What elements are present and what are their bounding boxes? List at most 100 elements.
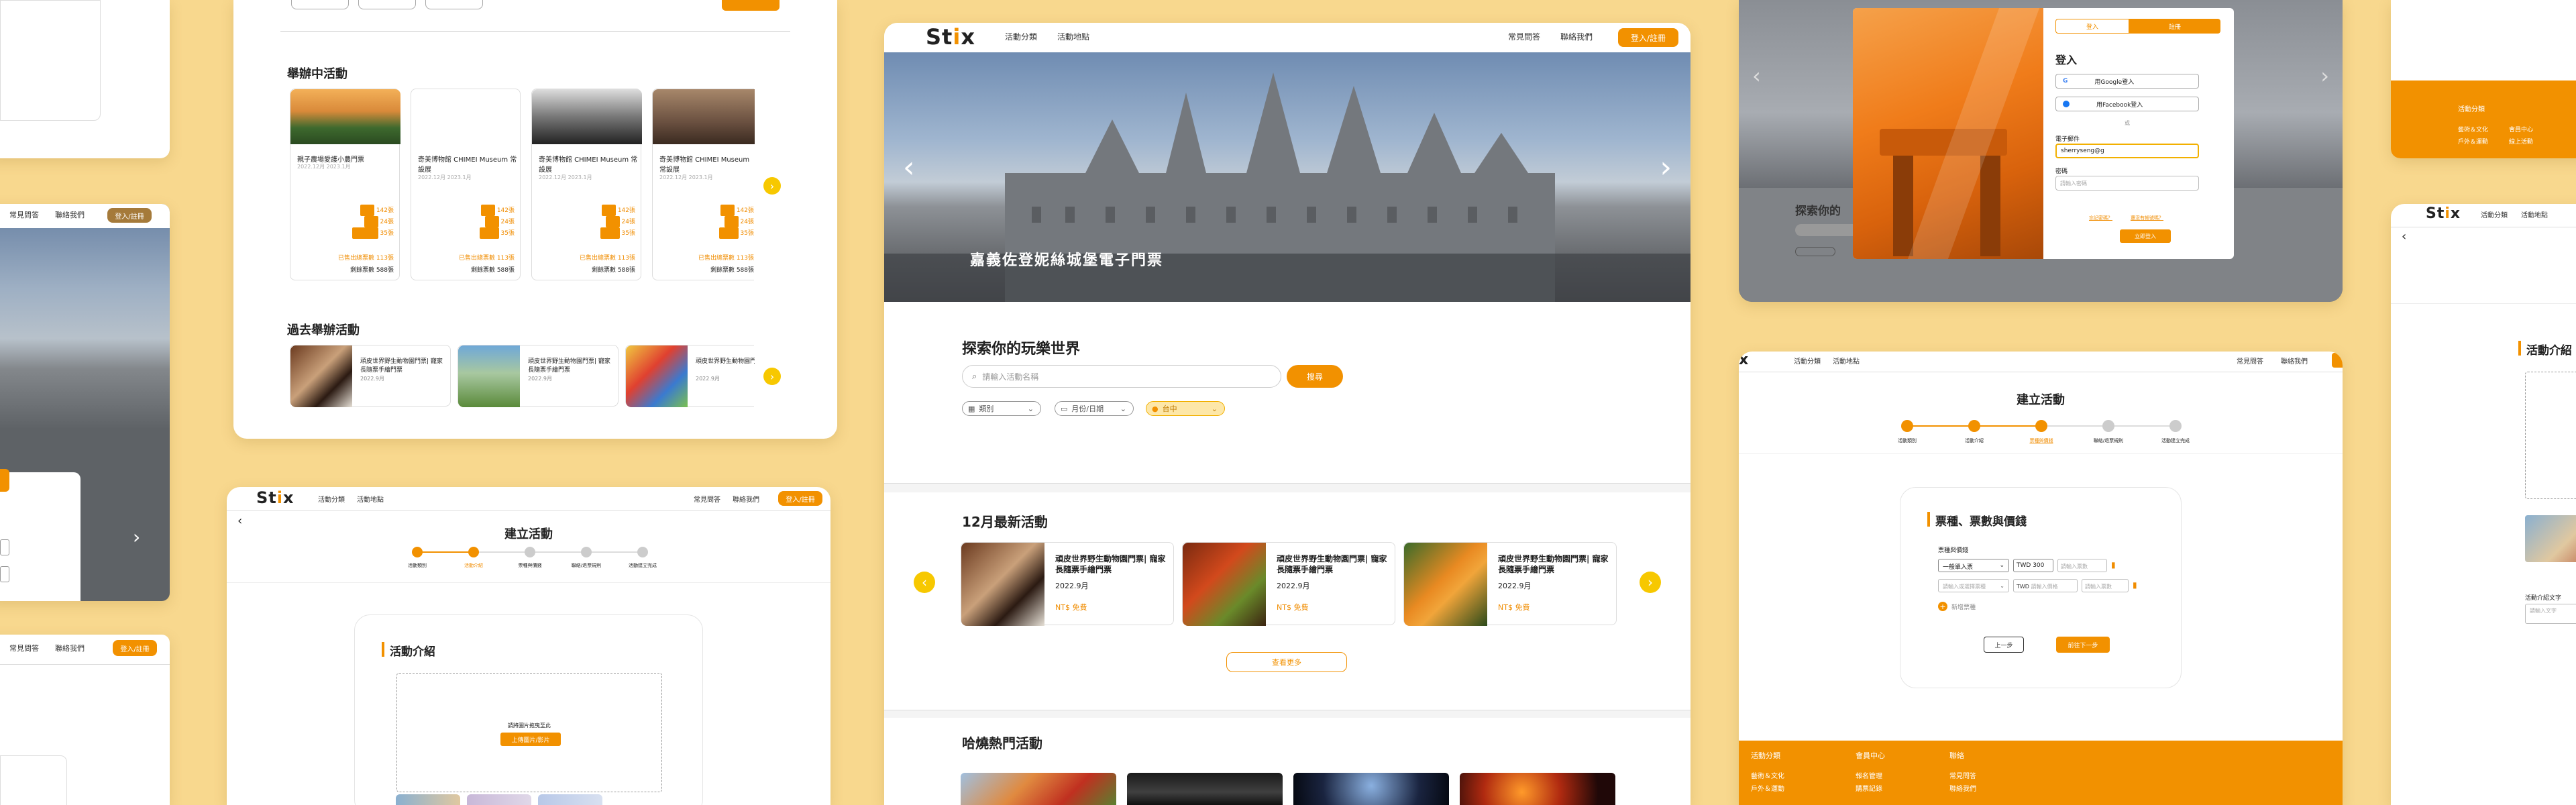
- footer-link[interactable]: 常見問答: [1949, 770, 1976, 780]
- upload-button[interactable]: 上傳圖片/影片: [500, 733, 561, 746]
- latest-event-card[interactable]: 頑皮世界野生動物園門票| 寵家長隨票手繪門票 2022.9月 NT$ 免費: [1403, 542, 1617, 626]
- event-title: 頑皮世界野生動物園門票| 寵家長隨票手繪門票: [1498, 554, 1609, 574]
- trash-icon[interactable]: ▮: [2111, 560, 2116, 570]
- email-field[interactable]: sherryseng@g: [2055, 144, 2199, 158]
- quantity-field[interactable]: 請輸入票數: [2057, 559, 2107, 572]
- contact-link[interactable]: 聯絡我們: [55, 643, 85, 653]
- footer: 活動分類 藝術＆文化 戶外＆運動 會員中心 報名管理 購票記錄 聯絡 常見問答 …: [1739, 741, 2343, 805]
- add-ticket-type-button[interactable]: + 新增票種: [1938, 602, 1976, 611]
- nav-locations[interactable]: 活動地點: [357, 494, 384, 504]
- prev-step-button[interactable]: 上一步: [1984, 637, 2024, 653]
- december-heading: 12月最新活動: [962, 514, 1048, 530]
- sold-count: 已售出總票數 113張: [579, 255, 635, 262]
- forgot-password-link[interactable]: 忘記密碼？: [2089, 215, 2112, 221]
- chevron-right-icon[interactable]: ›: [2320, 63, 2329, 89]
- register-link[interactable]: 還沒有帳號嗎？: [2131, 215, 2163, 221]
- nav-locations[interactable]: 活動地點: [1833, 356, 1860, 366]
- chevron-left-icon[interactable]: ‹: [914, 572, 935, 593]
- logo[interactable]: x: [1739, 352, 1749, 368]
- footer-link[interactable]: 線上活動: [2509, 137, 2533, 146]
- past-event[interactable]: 頑皮世界野生動物園門票| 寵家長隨票手繪門票 2022.9月: [458, 345, 619, 407]
- nav-faq[interactable]: 常見問答: [694, 494, 720, 504]
- event-card[interactable]: 奇美博物館 CHIMEI Museum 常設展 2022.12月 2023.1月…: [411, 89, 521, 280]
- google-login-button[interactable]: G 用Google登入: [2055, 74, 2199, 89]
- location-filter[interactable]: ● 台中 ⌄: [1146, 401, 1225, 416]
- past-thumbnail: [290, 345, 352, 407]
- logo[interactable]: Stix: [256, 488, 294, 507]
- nav-locations[interactable]: 活動地點: [2521, 209, 2548, 219]
- footer-link[interactable]: 會員中心: [2509, 125, 2533, 133]
- nav-faq[interactable]: 常見問答: [2237, 356, 2263, 366]
- event-card[interactable]: 奇美博物館 CHIMEI Museum 常設展 2022.12月 2023.1月…: [531, 89, 642, 280]
- see-more-button[interactable]: 查看更多: [1226, 652, 1347, 672]
- ticket-type-select[interactable]: 一般單入票 ⌄: [1938, 559, 2009, 572]
- chevron-right-icon[interactable]: ›: [133, 526, 140, 548]
- chevron-left-icon[interactable]: ‹: [1752, 63, 1761, 89]
- latest-event-card[interactable]: 頑皮世界野生動物園門票| 寵家長隨票手繪門票 2022.9月 NT$ 免費: [961, 542, 1174, 626]
- event-thumbnail: [1183, 543, 1266, 626]
- login-button[interactable]: 登入/註冊: [113, 640, 157, 656]
- tab-register[interactable]: 註冊: [2129, 19, 2220, 34]
- nav-contact[interactable]: 聯絡我們: [1560, 31, 1593, 42]
- login-button[interactable]: 登入/註冊: [107, 208, 152, 223]
- hot-event-thumbnail[interactable]: [1293, 773, 1449, 805]
- nav-categories[interactable]: 活動分類: [1005, 31, 1037, 42]
- hot-event-thumbnail[interactable]: [961, 773, 1116, 805]
- footer-link[interactable]: 聯絡我們: [1949, 783, 1976, 793]
- faq-link[interactable]: 常見問答: [9, 643, 39, 653]
- category-filter[interactable]: ▦ 類別 ⌄: [962, 401, 1041, 416]
- footer-link[interactable]: 藝術＆文化: [2458, 125, 2488, 133]
- nav-contact[interactable]: 聯絡我們: [733, 494, 759, 504]
- facebook-login-button[interactable]: 用Facebook登入: [2055, 97, 2199, 111]
- nav-faq[interactable]: 常見問答: [1508, 31, 1540, 42]
- password-field[interactable]: 請輸入密碼: [2055, 176, 2199, 191]
- chevron-right-icon[interactable]: ›: [1660, 150, 1672, 184]
- login-submit-button[interactable]: 立即登入: [2120, 229, 2171, 243]
- login-button[interactable]: 登入/註冊: [778, 491, 822, 506]
- logo[interactable]: Stix: [926, 24, 975, 50]
- login-button[interactable]: 登入/註冊: [1618, 28, 1678, 47]
- chevron-down-icon: ⌄: [1120, 404, 1126, 413]
- past-event[interactable]: 頑皮世界野生動物園門票| 寵家長隨票手繪門票 2022.9月: [290, 345, 451, 407]
- left-count: 剩餘票數 588張: [350, 267, 394, 274]
- hot-event-thumbnail[interactable]: [1127, 773, 1283, 805]
- chevron-left-icon[interactable]: ‹: [903, 150, 915, 184]
- footer-link[interactable]: 戶外＆運動: [2458, 137, 2488, 146]
- caption-field[interactable]: 請輸入文字: [2525, 604, 2576, 624]
- search-button[interactable]: 搜尋: [1287, 365, 1343, 388]
- footer-title: 聯絡: [1949, 751, 1964, 760]
- quantity-field[interactable]: 請輸入票數: [2082, 579, 2129, 592]
- event-thumbnail: [1404, 543, 1487, 626]
- trash-icon[interactable]: ▮: [2133, 580, 2137, 590]
- nav-locations[interactable]: 活動地點: [1057, 31, 1089, 42]
- price-field[interactable]: TWD 300: [2013, 559, 2053, 572]
- nav-categories[interactable]: 活動分類: [1794, 356, 1821, 366]
- search-box[interactable]: ⌕ 請輸入活動名稱: [962, 365, 1281, 388]
- ticket-type-select[interactable]: 請輸入或選擇票種 ⌄: [1938, 579, 2009, 592]
- past-event[interactable]: 頑皮世界野生動物園門票| 寵家長隨票手繪門票 2022.9月: [625, 345, 755, 407]
- chevron-right-icon[interactable]: ›: [763, 368, 781, 385]
- footer-link[interactable]: 購票記錄: [1856, 783, 1885, 793]
- back-arrow-icon[interactable]: ‹: [2402, 229, 2406, 244]
- faq-link[interactable]: 常見問答: [9, 209, 39, 220]
- nav-categories[interactable]: 活動分類: [2481, 209, 2508, 219]
- chevron-right-icon[interactable]: ›: [763, 177, 781, 195]
- latest-event-card[interactable]: 頑皮世界野生動物園門票| 寵家長隨票手繪門票 2022.9月 NT$ 免費: [1182, 542, 1395, 626]
- contact-link[interactable]: 聯絡我們: [55, 209, 85, 220]
- upload-dropzone[interactable]: 請將圖片拖曳至此 上傳圖片/影片: [396, 673, 662, 792]
- chevron-right-icon[interactable]: ›: [1640, 572, 1661, 593]
- next-step-button[interactable]: 前往下一步: [2056, 637, 2110, 653]
- nav-contact[interactable]: 聯絡我們: [2281, 356, 2308, 366]
- tab-login[interactable]: 登入: [2055, 19, 2129, 34]
- footer-link[interactable]: 戶外＆運動: [1751, 783, 1784, 793]
- price-field[interactable]: TWD 請輸入價格: [2013, 579, 2078, 592]
- date-filter[interactable]: ▭ 月份/日期 ⌄: [1055, 401, 1134, 416]
- footer-link[interactable]: 報名管理: [1856, 770, 1885, 780]
- login-button[interactable]: [2332, 353, 2343, 368]
- event-card[interactable]: 奇美博物館 CHIMEI Museum 常設展 2022.12月 2023.1月…: [652, 89, 755, 280]
- hot-event-thumbnail[interactable]: [1460, 773, 1615, 805]
- footer-link[interactable]: 藝術＆文化: [1751, 770, 1784, 780]
- event-card[interactable]: 親子農場愛護小農門票 2022.12月 2023.1月 142張 24張 35張…: [290, 89, 400, 280]
- logo[interactable]: Stix: [2426, 205, 2461, 222]
- nav-categories[interactable]: 活動分類: [318, 494, 345, 504]
